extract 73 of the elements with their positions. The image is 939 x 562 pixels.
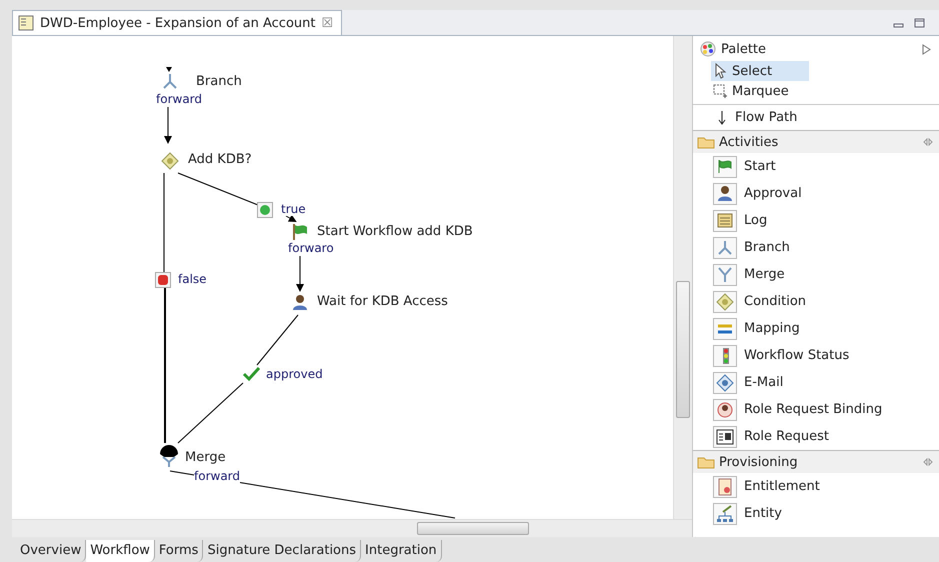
palette-item[interactable]: Branch [693,234,939,261]
marquee-icon [713,83,729,99]
close-button[interactable]: ☒ [321,16,334,30]
down-arrow-icon [717,110,727,124]
question-diamond-icon [713,290,737,312]
edge-label: forwaro [288,241,334,255]
folder-icon [697,135,715,149]
page-tab[interactable]: Workflow [86,540,155,562]
edge-label: true [281,202,306,216]
maximize-icon[interactable] [914,18,925,28]
palette-item[interactable]: Workflow Status [693,342,939,369]
person-icon [713,182,737,204]
flow-arrow [164,106,172,144]
palette-drawer[interactable]: Provisioning [693,450,939,473]
page-tab[interactable]: Forms [154,540,204,562]
horizontal-scrollbar[interactable] [12,519,692,537]
page-tab[interactable]: Signature Declarations [203,540,362,562]
vertical-scrollbar[interactable] [673,36,692,519]
palette-icon [699,41,717,57]
merge-icon [713,264,737,286]
editor-tab[interactable]: DWD-Employee - Expansion of an Account ☒ [12,10,342,35]
palette-item[interactable]: Role Request Binding [693,396,939,423]
flow-line [256,314,298,366]
branch-icon [161,72,179,90]
card-icon [713,426,737,448]
node-label: Merge [185,450,226,465]
document-icon [18,15,34,31]
palette-item[interactable]: E-Mail [693,369,939,396]
palette-item[interactable]: Condition [693,288,939,315]
play-triangle-icon[interactable] [922,44,931,54]
log-icon [713,210,737,232]
palette-title: Palette [721,42,766,56]
collapse-arrows-icon [923,458,933,466]
palette-item[interactable]: Log [693,207,939,234]
flag-icon [291,223,309,241]
flow-line [178,382,244,444]
palette-item[interactable]: Start [693,153,939,180]
diagram-icon [713,502,737,524]
collapse-arrows-icon [923,138,933,146]
checkmark-icon [242,366,260,382]
palette-item[interactable]: Role Request [693,423,939,450]
flow-arrow [286,214,297,222]
badge-person-icon [713,398,737,420]
edge-label: forward [156,92,202,106]
palette-item[interactable]: Mapping [693,315,939,342]
node-label: Add KDB? [188,152,252,167]
edge-label: approved [266,367,323,381]
palette-tool[interactable]: Select [711,61,809,81]
branch-icon [713,236,737,258]
edge-label: false [178,272,207,286]
flag-icon [713,156,737,178]
cursor-icon [713,63,729,79]
node-label: Start Workflow add KDB [317,224,473,239]
palette-tool[interactable]: Marquee [711,81,809,101]
person-icon [291,293,309,311]
node-label: Wait for KDB Access [317,294,448,309]
question-diamond-icon [161,152,179,170]
flow-arrow [296,256,304,292]
page-tab[interactable]: Integration [361,540,442,562]
palette-item[interactable]: Approval [693,180,939,207]
folder-icon [697,455,715,469]
stop-icon [155,272,171,288]
traffic-light-icon [713,344,737,366]
circle-status-icon [257,202,273,218]
edge-label: forward [194,469,240,483]
palette-item[interactable]: Merge [693,261,939,288]
arrow-head-icon [166,67,172,72]
node-label: Branch [196,74,242,89]
palette-item[interactable]: Entity [693,500,939,527]
document-icon [713,476,737,498]
palette-item[interactable]: Entitlement [693,473,939,500]
merge-icon [158,444,180,468]
palette-drawer[interactable]: Activities [693,130,939,153]
